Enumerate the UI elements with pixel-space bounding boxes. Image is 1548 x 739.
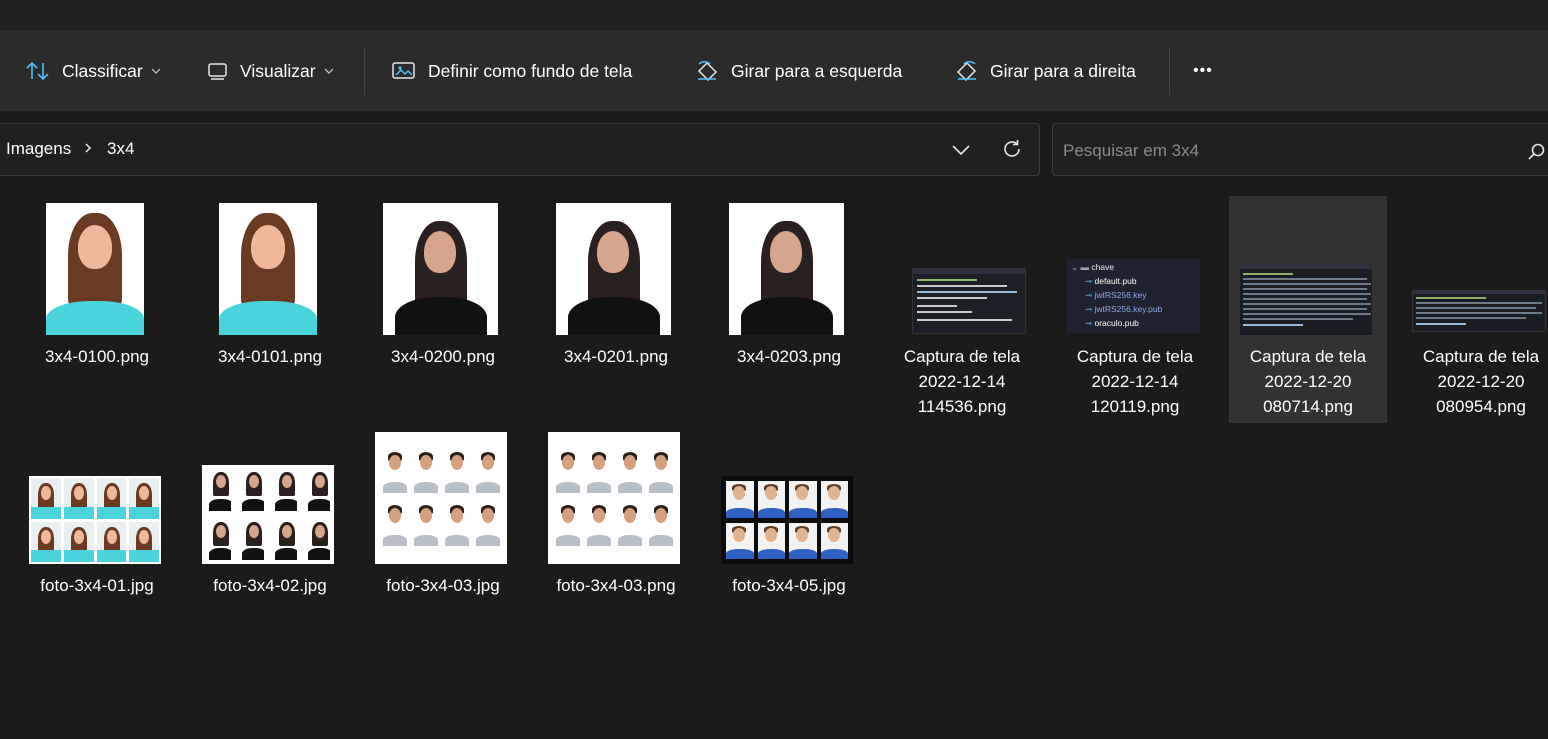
file-name: 3x4-0203.png [737, 347, 841, 366]
thumbnail-image [556, 203, 671, 335]
chevron-right-icon [83, 140, 93, 156]
breadcrumb-3x4[interactable]: 3x4 [107, 139, 134, 159]
search-icon[interactable] [1527, 142, 1547, 162]
view-label: Visualizar [240, 60, 316, 81]
tree-file: ⊸ oraculo.pub [1085, 318, 1139, 328]
file-name: 3x4-0201.png [564, 347, 668, 366]
tree-folder: ⌄ ▬ chave [1071, 262, 1115, 272]
sort-label: Classificar [62, 60, 143, 81]
view-button[interactable]: Visualizar [207, 52, 334, 90]
file-name: 3x4-0200.png [391, 347, 495, 366]
command-bar: Classificar Visualizar Definir como fund… [0, 30, 1548, 112]
file-name: foto-3x4-03.jpg [386, 576, 500, 595]
thumbnail-image [1239, 263, 1373, 336]
address-history-chevron-icon[interactable] [951, 142, 971, 158]
file-name: Captura de tela 2022-12-20 080714.png [1249, 347, 1367, 416]
file-item[interactable]: 3x4-0200.png [364, 196, 522, 396]
thumbnail-image [29, 476, 161, 564]
breadcrumb-imagens[interactable]: Imagens [6, 139, 71, 159]
wallpaper-icon [391, 60, 417, 82]
thumbnail-image [383, 203, 498, 335]
title-bar-strip [0, 0, 1548, 30]
file-item[interactable]: 3x4-0203.png [710, 196, 868, 396]
tree-file: ⊸ default.pub [1085, 276, 1137, 286]
thumbnail-image [912, 268, 1026, 334]
rotate-right-icon [954, 59, 979, 83]
file-name: Captura de tela 2022-12-14 114536.png [903, 347, 1021, 416]
toolbar-separator [364, 47, 365, 95]
file-name: foto-3x4-05.jpg [732, 576, 846, 595]
search-input[interactable] [1063, 138, 1503, 164]
file-item[interactable]: 3x4-0201.png [537, 196, 695, 396]
thumbnail-image [219, 203, 317, 335]
refresh-icon[interactable] [1000, 137, 1024, 161]
sort-icon [25, 60, 51, 82]
file-item[interactable]: Captura de tela 2022-12-14 114536.png [883, 196, 1041, 423]
thumbnail-image [548, 432, 680, 564]
file-name: foto-3x4-01.jpg [40, 576, 154, 595]
chevron-down-icon [151, 66, 161, 76]
thumbnail-image [721, 476, 853, 564]
file-item[interactable]: foto-3x4-03.jpg [364, 425, 522, 605]
rotate-right-label: Girar para a direita [990, 60, 1136, 81]
file-item[interactable]: 3x4-0100.png [18, 196, 176, 396]
file-item-selected[interactable]: Captura de tela 2022-12-20 080714.png [1229, 196, 1387, 423]
file-name: 3x4-0101.png [218, 347, 322, 366]
thumbnail-image [46, 203, 144, 335]
rotate-left-label: Girar para a esquerda [731, 60, 903, 81]
file-item[interactable]: ⌄ ▬ chave ⊸ default.pub ⊸ jwtRS256.key ⊸… [1056, 196, 1214, 423]
thumbnail-image: ⌄ ▬ chave ⊸ default.pub ⊸ jwtRS256.key ⊸… [1067, 259, 1200, 333]
file-name: foto-3x4-03.png [556, 576, 676, 595]
file-name: 3x4-0100.png [45, 347, 149, 366]
tree-file: ⊸ jwtRS256.key.pub [1085, 304, 1163, 314]
rotate-right-button[interactable]: Girar para a direita [954, 52, 1136, 90]
tree-file: ⊸ jwtRS256.key [1085, 290, 1147, 300]
set-wallpaper-button[interactable]: Definir como fundo de tela [391, 52, 632, 90]
file-item[interactable]: foto-3x4-03.png [537, 425, 695, 605]
file-item[interactable]: 3x4-0101.png [191, 196, 349, 396]
toolbar-separator [1169, 47, 1170, 95]
address-bar[interactable]: Imagens 3x4 [0, 123, 1040, 176]
view-icon [207, 62, 229, 80]
file-item[interactable]: foto-3x4-02.jpg [191, 425, 349, 605]
file-item[interactable]: foto-3x4-05.jpg [710, 425, 868, 605]
file-item[interactable]: Captura de tela 2022-12-20 080954.png [1402, 196, 1548, 423]
thumbnail-image [1412, 290, 1546, 332]
file-name: Captura de tela 2022-12-20 080954.png [1422, 347, 1540, 416]
search-box[interactable] [1052, 123, 1548, 176]
chevron-down-icon [324, 66, 334, 76]
file-item[interactable]: foto-3x4-01.jpg [18, 425, 176, 605]
rotate-left-icon [695, 59, 720, 83]
thumbnail-image [729, 203, 844, 335]
rotate-left-button[interactable]: Girar para a esquerda [695, 52, 902, 90]
set-wallpaper-label: Definir como fundo de tela [428, 60, 633, 81]
more-icon: ••• [1193, 62, 1213, 79]
thumbnail-image [375, 432, 507, 564]
sort-button[interactable]: Classificar [25, 52, 161, 90]
file-name: foto-3x4-02.jpg [213, 576, 327, 595]
thumbnail-image [202, 465, 334, 564]
more-options-button[interactable]: ••• [1193, 52, 1213, 90]
file-name: Captura de tela 2022-12-14 120119.png [1076, 347, 1194, 416]
